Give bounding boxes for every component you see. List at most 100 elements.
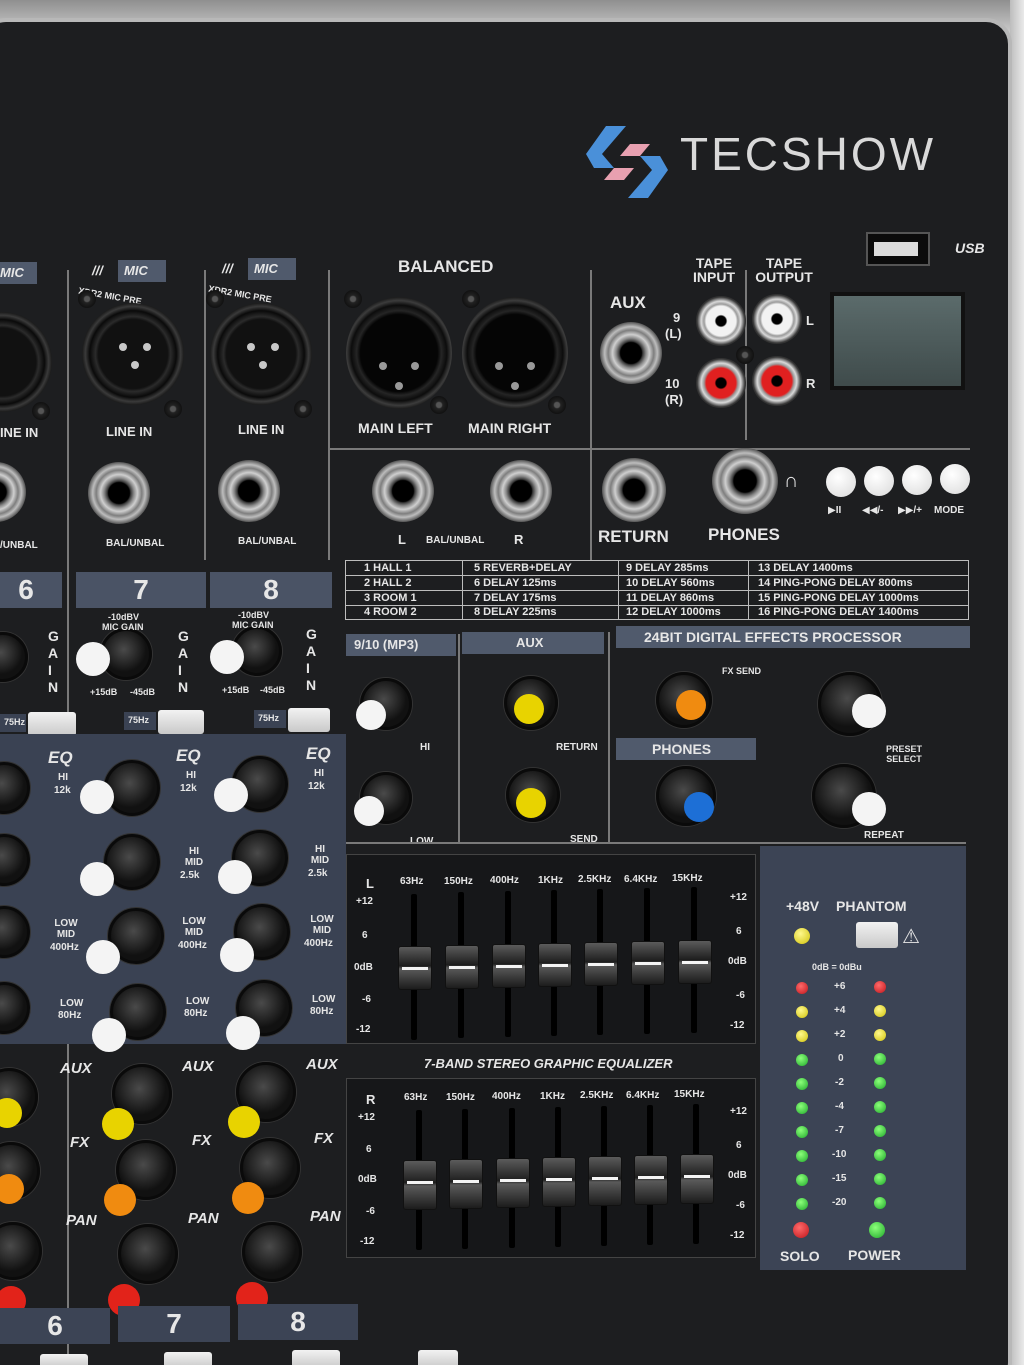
line-input-ch8[interactable] bbox=[218, 460, 280, 522]
gain-label: GAIN bbox=[306, 626, 317, 693]
xlr-input-ch8[interactable] bbox=[210, 303, 312, 405]
tape-output-right[interactable] bbox=[752, 356, 802, 406]
geq-right-fader-1khz[interactable] bbox=[542, 1157, 576, 1207]
meter-scale: -20 bbox=[832, 1197, 847, 1208]
mute-switch[interactable] bbox=[292, 1350, 340, 1365]
geq-left-fader-400hz[interactable] bbox=[492, 944, 526, 988]
solo-led bbox=[793, 1222, 809, 1238]
mute-switch[interactable] bbox=[40, 1354, 88, 1365]
knob-cap bbox=[86, 940, 120, 974]
knob-cap bbox=[852, 792, 886, 826]
geq-scale: -6 bbox=[736, 990, 745, 1001]
line-in-label: LINE IN bbox=[0, 425, 39, 440]
tape-output-left[interactable] bbox=[752, 294, 802, 344]
table-cell: 13 DELAY 1400ms bbox=[758, 562, 853, 574]
mute-switch[interactable] bbox=[164, 1352, 212, 1365]
meter-led-left bbox=[796, 1078, 808, 1090]
usb-port[interactable] bbox=[866, 232, 930, 266]
warning-icon: ⚠ bbox=[902, 926, 920, 948]
aux-send-label: AUX bbox=[306, 1056, 338, 1073]
meter-led-left bbox=[796, 1006, 808, 1018]
geq-right-fader-15khz[interactable] bbox=[680, 1154, 714, 1204]
geq-left-fader-150hz[interactable] bbox=[445, 945, 479, 989]
geq-scale: 6 bbox=[362, 930, 368, 941]
bal-unbal-label: /UNBAL bbox=[0, 540, 38, 551]
hpf-switch-ch6[interactable] bbox=[28, 712, 76, 736]
geq-right-fader-2k5hz[interactable] bbox=[588, 1156, 622, 1206]
pan-knob-ch8[interactable] bbox=[242, 1222, 302, 1282]
line-input-ch7[interactable] bbox=[88, 462, 150, 524]
table-cell: 16 PING-PONG DELAY 1400ms bbox=[758, 606, 919, 618]
meter-scale: -4 bbox=[835, 1101, 844, 1112]
geq-band-label: 6.4KHz bbox=[626, 1090, 660, 1101]
knob-cap bbox=[76, 642, 110, 676]
hpf-label: 75Hz bbox=[4, 717, 26, 727]
phantom-label: PHANTOM bbox=[836, 898, 907, 914]
output-jack-right[interactable] bbox=[490, 460, 552, 522]
geq-scale: 6 bbox=[366, 1144, 372, 1155]
geq-left-fader-15khz[interactable] bbox=[678, 940, 712, 984]
mute-switch[interactable] bbox=[418, 1350, 458, 1365]
xlr-input-ch7[interactable] bbox=[82, 303, 184, 405]
hpf-switch-ch7[interactable] bbox=[158, 710, 204, 734]
geq-band-label: 1KHz bbox=[540, 1091, 566, 1102]
geq-right-label: R bbox=[366, 1092, 376, 1107]
mp3-display bbox=[830, 292, 965, 390]
tape-input-right[interactable] bbox=[696, 358, 746, 408]
xlr-pin bbox=[411, 362, 419, 370]
eq-hi-knob-ch7[interactable] bbox=[104, 760, 160, 816]
table-cell: 7 DELAY 175ms bbox=[474, 592, 557, 604]
geq-left-fader-63hz[interactable] bbox=[398, 946, 432, 990]
mode-button[interactable] bbox=[940, 464, 970, 494]
meter-led-right bbox=[874, 1149, 886, 1161]
geq-right-fader-63hz[interactable] bbox=[403, 1160, 437, 1210]
main-right-output[interactable] bbox=[462, 297, 568, 409]
xlr-pin bbox=[247, 343, 255, 351]
mic-label: MIC bbox=[124, 263, 148, 278]
geq-right-fader-6k4hz[interactable] bbox=[634, 1155, 668, 1205]
geq-right-fader-150hz[interactable] bbox=[449, 1159, 483, 1209]
table-cell: 10 DELAY 560ms bbox=[626, 577, 715, 589]
next-button[interactable] bbox=[902, 465, 932, 495]
headphones-icon: ∩ bbox=[784, 470, 799, 492]
geq-left-fader-1khz[interactable] bbox=[538, 943, 572, 987]
channel-number-8: 8 bbox=[238, 1304, 358, 1340]
table-divider bbox=[346, 590, 968, 591]
output-jack-left[interactable] bbox=[372, 460, 434, 522]
meter-scale: -10 bbox=[832, 1149, 847, 1160]
channel-number-8: 8 bbox=[210, 572, 332, 608]
geq-scale: +12 bbox=[730, 1106, 747, 1117]
table-cell: 4 ROOM 2 bbox=[364, 606, 417, 618]
xlr-pin bbox=[119, 343, 127, 351]
geq-right-fader-400hz[interactable] bbox=[496, 1158, 530, 1208]
usb-label: USB bbox=[955, 240, 985, 256]
return-jack[interactable] bbox=[602, 458, 666, 522]
meter-led-right bbox=[874, 1029, 886, 1041]
aux-input-jack[interactable] bbox=[600, 322, 662, 384]
table-cell: 11 DELAY 860ms bbox=[626, 592, 715, 604]
gain-max-label: -45dB bbox=[130, 687, 156, 697]
aux-label: AUX bbox=[610, 293, 646, 312]
table-cell: 1 HALL 1 bbox=[364, 562, 412, 574]
meter-led-right bbox=[874, 1197, 886, 1209]
pan-label: PAN bbox=[310, 1208, 341, 1225]
aux-send-label: AUX bbox=[182, 1058, 214, 1075]
knob-cap bbox=[676, 690, 706, 720]
knob-cap bbox=[852, 694, 886, 728]
play-pause-button[interactable] bbox=[826, 467, 856, 497]
phantom-switch[interactable] bbox=[856, 922, 898, 948]
mp3-title: 9/10 (MP3) bbox=[354, 637, 419, 652]
phones-jack[interactable] bbox=[712, 448, 778, 514]
main-left-output[interactable] bbox=[346, 297, 452, 409]
prev-button[interactable] bbox=[864, 466, 894, 496]
pan-knob-ch7[interactable] bbox=[118, 1224, 178, 1284]
hpf-switch-ch8[interactable] bbox=[288, 708, 330, 732]
geq-left-fader-2k5hz[interactable] bbox=[584, 942, 618, 986]
meter-led-left bbox=[796, 1054, 808, 1066]
gain-min-label: +15dB bbox=[222, 685, 250, 695]
knob-cap bbox=[514, 694, 544, 724]
geq-left-fader-6k4hz[interactable] bbox=[631, 941, 665, 985]
divider bbox=[330, 448, 970, 450]
bal-unbal-label: BAL/UNBAL bbox=[106, 538, 165, 549]
tape-input-left[interactable] bbox=[696, 296, 746, 346]
